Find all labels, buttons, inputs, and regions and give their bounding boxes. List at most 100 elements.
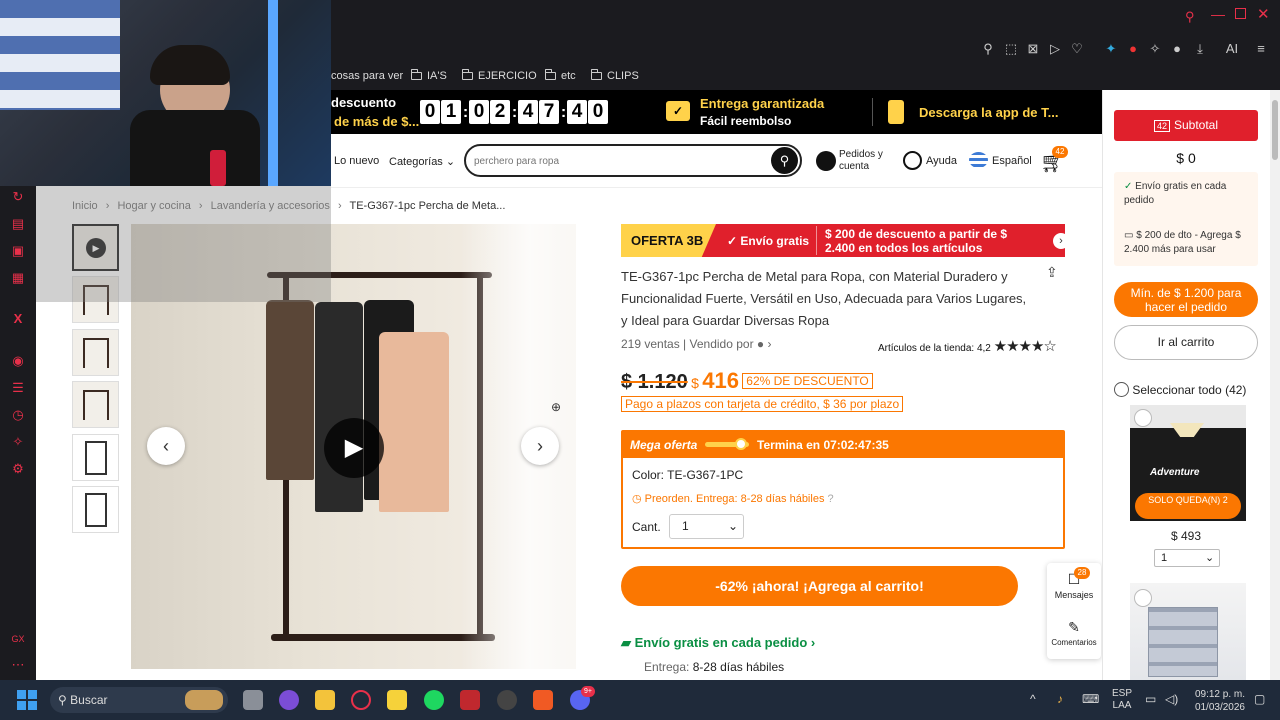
- nav-categories[interactable]: Categorías ⌄: [389, 155, 455, 168]
- app-icon-purple[interactable]: [279, 690, 299, 710]
- sidebar-puzzle-icon[interactable]: ✧: [9, 433, 27, 451]
- play-icon[interactable]: ▷: [1047, 41, 1063, 57]
- page-scrollbar[interactable]: [1270, 90, 1280, 680]
- offer-banner[interactable]: OFERTA 3B ✓ Envío gratis $ 200 de descue…: [621, 224, 1065, 257]
- taskbar-search[interactable]: ⚲ Buscar: [50, 687, 228, 713]
- banner-free-shipping: ✓ Envío gratis: [727, 234, 810, 248]
- cart-item-qty-1[interactable]: 1 ⌄: [1154, 549, 1220, 567]
- sticky-notes-icon[interactable]: [387, 690, 407, 710]
- download-app-link[interactable]: Descarga la app de T...: [919, 105, 1058, 120]
- close-icon[interactable]: ✕: [1257, 5, 1270, 23]
- clock-time: 09:12 p. m.: [1194, 689, 1245, 700]
- cart-side-panel: 42 Subtotal $ 0 ✓ Envío gratis en cada pe…: [1102, 90, 1270, 680]
- add-to-cart-button[interactable]: -62% ¡ahora! ¡Agrega al carrito!: [621, 566, 1018, 606]
- extension-icon[interactable]: ✦: [1103, 41, 1119, 57]
- nav-orders-account[interactable]: Pedidos y cuenta: [839, 149, 894, 173]
- taskbar-clock[interactable]: 09:12 p. m. 01/03/2026: [1185, 688, 1245, 714]
- color-selector[interactable]: Color: TE-G367-1PC: [632, 468, 743, 482]
- sidebar-more-icon[interactable]: ⋯: [9, 656, 27, 674]
- installments-info[interactable]: Pago a plazos con tarjeta de crédito, $ …: [621, 396, 904, 412]
- scrollbar-thumb[interactable]: [1272, 100, 1278, 160]
- download-icon[interactable]: ⤓: [1192, 41, 1208, 57]
- thumbnail-4[interactable]: [72, 434, 119, 481]
- bookmark-ias[interactable]: IA'S: [410, 69, 447, 82]
- search-icon[interactable]: ⚲: [771, 147, 798, 174]
- adblock-icon[interactable]: ●: [1125, 41, 1141, 57]
- bookmark-clips[interactable]: CLIPS: [590, 69, 639, 82]
- sidebar-list-icon[interactable]: ☰: [9, 379, 27, 397]
- floating-widget: ☐ Mensajes 28 ✎ Comentarios: [1047, 563, 1101, 659]
- prev-image-button[interactable]: ‹: [147, 427, 185, 465]
- ai-button[interactable]: AI: [1218, 41, 1246, 57]
- thumbnail-3[interactable]: [72, 381, 119, 428]
- item-checkbox-2[interactable]: [1134, 589, 1152, 607]
- free-shipping-row[interactable]: ▰ Envío gratis en cada pedido ›: [621, 635, 815, 651]
- quantity-select[interactable]: 1 ⌄: [669, 514, 744, 539]
- discount-badge: 62% DE DESCUENTO: [742, 373, 873, 389]
- sidebar-history-icon[interactable]: ↻: [9, 188, 27, 206]
- sidebar-play-icon[interactable]: ◉: [9, 352, 27, 370]
- search-box[interactable]: ⚲: [464, 144, 802, 177]
- bookmark-ejercicio[interactable]: EJERCICIO: [461, 69, 537, 82]
- sidebar-game-icon[interactable]: ▣: [9, 242, 27, 260]
- discord-badge: 9+: [581, 686, 595, 697]
- pin-icon[interactable]: ⚲: [980, 41, 996, 57]
- voicemeeter-icon[interactable]: [460, 690, 480, 710]
- brave-icon[interactable]: [533, 690, 553, 710]
- volume-icon[interactable]: ◁): [1165, 692, 1178, 706]
- sidebar-tab-icon[interactable]: ▦: [9, 269, 27, 287]
- minimize-icon[interactable]: —: [1211, 6, 1225, 22]
- notification-icon[interactable]: ▢: [1254, 692, 1265, 706]
- share-icon[interactable]: ⇪: [1046, 264, 1058, 281]
- spotify-icon[interactable]: [424, 690, 444, 710]
- task-view-icon[interactable]: [243, 690, 263, 710]
- windows-start-icon[interactable]: [17, 690, 37, 710]
- puzzle-icon[interactable]: ✧: [1147, 41, 1163, 57]
- bookmark-etc[interactable]: etc: [544, 69, 576, 82]
- nav-help[interactable]: Ayuda: [926, 155, 957, 167]
- heart-icon[interactable]: ♡: [1069, 41, 1085, 57]
- nav-new[interactable]: Lo nuevo: [334, 155, 379, 167]
- go-to-cart-button[interactable]: Ir al carrito: [1114, 325, 1258, 360]
- info-icon[interactable]: ?: [828, 493, 834, 505]
- nav-language[interactable]: Español: [992, 155, 1032, 167]
- next-image-button[interactable]: ›: [521, 427, 559, 465]
- language-indicator[interactable]: ESP LAA: [1112, 688, 1132, 712]
- sidebar-clock-icon[interactable]: ◷: [9, 406, 27, 424]
- taskbar-search-label: Buscar: [70, 693, 108, 707]
- banner-next-icon[interactable]: ›: [1053, 233, 1065, 249]
- menu-icon[interactable]: ≡: [1253, 41, 1269, 57]
- microphone-icon[interactable]: ♪: [1057, 692, 1063, 706]
- sidebar-x-icon[interactable]: X: [9, 310, 27, 328]
- screenshot-icon[interactable]: ⬚: [1003, 41, 1019, 57]
- store-logo-icon[interactable]: ● ›: [757, 337, 772, 351]
- item-checkbox-1[interactable]: [1134, 409, 1152, 427]
- thumbnail-2[interactable]: [72, 329, 119, 376]
- select-all-row[interactable]: Seleccionar todo (42): [1114, 382, 1246, 397]
- lang-bottom: LAA: [1112, 700, 1132, 711]
- profile-icon[interactable]: ●: [1169, 41, 1185, 57]
- sales-count: 219 ventas: [621, 337, 680, 351]
- keyboard-icon[interactable]: ⌨: [1082, 692, 1099, 706]
- opera-gx-icon[interactable]: [351, 690, 371, 710]
- play-video-button[interactable]: ▶: [324, 418, 384, 478]
- countdown-digit: 2: [490, 100, 510, 124]
- obs-icon[interactable]: [497, 690, 517, 710]
- bookmark-cosas-para-ver[interactable]: cosas para ver: [331, 70, 403, 82]
- zoom-icon[interactable]: ⊕: [551, 400, 561, 414]
- search-input[interactable]: [474, 152, 764, 170]
- file-explorer-icon[interactable]: [315, 690, 335, 710]
- comment-icon: ✎: [1068, 619, 1080, 635]
- shield-icon[interactable]: ⊠: [1025, 41, 1041, 57]
- maximize-icon[interactable]: [1235, 8, 1246, 19]
- sidebar-bag-icon[interactable]: ▤: [9, 215, 27, 233]
- comments-button[interactable]: ✎ Comentarios: [1047, 619, 1101, 647]
- thumbnail-5[interactable]: [72, 486, 119, 533]
- network-icon[interactable]: ▭: [1145, 692, 1156, 706]
- select-all-checkbox[interactable]: [1114, 382, 1129, 397]
- search-icon[interactable]: ⚲: [1185, 9, 1195, 25]
- sidebar-settings-icon[interactable]: ⚙: [9, 460, 27, 478]
- sidebar-gx-icon[interactable]: GX: [9, 630, 27, 648]
- min-order-button[interactable]: Mín. de $ 1.200 para hacer el pedido: [1114, 282, 1258, 317]
- tray-chevron-up-icon[interactable]: ^: [1030, 692, 1036, 706]
